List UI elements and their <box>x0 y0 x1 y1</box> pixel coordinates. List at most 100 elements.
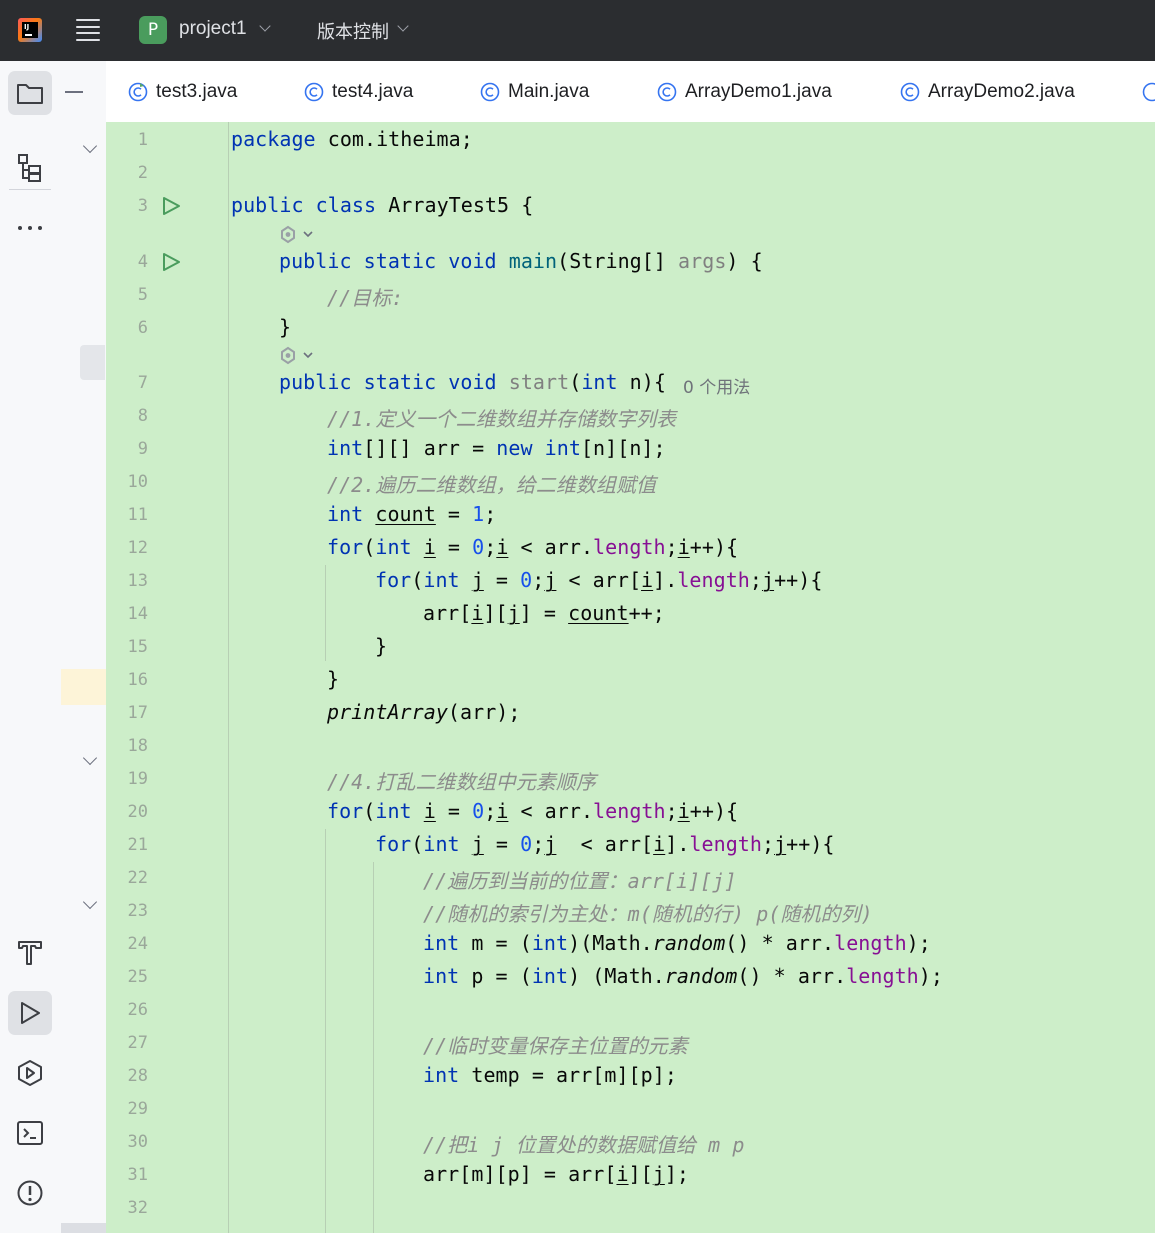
code-line[interactable]: package com.itheima; <box>231 127 473 151</box>
code-line[interactable]: for(int j = 0;j < arr[i].length;j++){ <box>375 832 835 856</box>
code-line[interactable]: arr[m][p] = arr[i][j]; <box>423 1162 689 1186</box>
line-number[interactable]: 21 <box>106 835 148 855</box>
line-number[interactable]: 30 <box>106 1132 148 1152</box>
code-line[interactable]: public class ArrayTest5 { <box>231 193 533 217</box>
line-number[interactable]: 28 <box>106 1066 148 1086</box>
code-line[interactable]: //遍历到当前的位置：arr[i][j] <box>423 865 736 894</box>
code-line[interactable]: int[][] arr = new int[n][n]; <box>327 436 666 460</box>
code-line[interactable]: printArray(arr); <box>327 700 520 724</box>
code-line[interactable]: //目标: <box>327 282 403 311</box>
line-number[interactable]: 20 <box>106 802 148 822</box>
line-number[interactable]: 4 <box>106 252 148 272</box>
code-line[interactable]: public static void start(int n){ <box>279 370 666 394</box>
services-icon[interactable] <box>8 1051 52 1095</box>
code-line[interactable]: for(int i = 0;i < arr.length;i++){ <box>327 799 738 823</box>
collapse-panel-icon[interactable] <box>65 91 83 93</box>
ai-assistant-icon[interactable] <box>279 224 319 244</box>
line-number[interactable]: 12 <box>106 538 148 558</box>
code-line[interactable]: int temp = arr[m][p]; <box>423 1063 677 1087</box>
line-number[interactable]: 31 <box>106 1165 148 1185</box>
chevron-down-icon[interactable] <box>397 20 409 32</box>
line-number[interactable]: 13 <box>106 571 148 591</box>
line-number[interactable]: 26 <box>106 1000 148 1020</box>
line-number[interactable]: 19 <box>106 769 148 789</box>
code-line[interactable]: public static void main(String[] args) { <box>279 249 763 273</box>
line-number[interactable]: 23 <box>106 901 148 921</box>
line-number[interactable]: 3 <box>106 196 148 216</box>
keyword: int <box>544 436 581 460</box>
project-selector[interactable]: project1 <box>179 18 247 40</box>
line-number[interactable]: 25 <box>106 967 148 987</box>
vcs-menu[interactable]: 版本控制 <box>317 18 389 44</box>
usages-hint[interactable]: 0 个用法 <box>683 373 750 398</box>
method-name: start <box>508 370 570 394</box>
terminal-icon[interactable] <box>8 1111 52 1155</box>
chevron-down-icon[interactable] <box>259 20 271 32</box>
line-number[interactable]: 8 <box>106 406 148 426</box>
code-line[interactable]: //4.打乱二维数组中元素顺序 <box>327 766 596 795</box>
code-line[interactable]: //2.遍历二维数组，给二维数组赋值 <box>327 469 656 498</box>
variable: j <box>544 832 557 856</box>
keyword: int <box>423 832 460 856</box>
line-number[interactable]: 11 <box>106 505 148 525</box>
tab-main[interactable]: Main.java <box>480 61 589 122</box>
code-line[interactable]: } <box>375 634 387 658</box>
tab-arraydemo1[interactable]: ArrayDemo1.java <box>657 61 832 122</box>
intellij-logo-icon[interactable]: IJ <box>18 18 42 42</box>
line-number[interactable]: 6 <box>106 318 148 338</box>
run-main-icon[interactable] <box>161 252 181 272</box>
tab-overflow[interactable] <box>1142 61 1155 122</box>
tab-arraydemo2[interactable]: ArrayDemo2.java <box>900 61 1075 122</box>
keyword: public <box>231 193 304 217</box>
line-number[interactable]: 16 <box>106 670 148 690</box>
variable: i <box>653 832 666 856</box>
number: 0 <box>520 568 533 592</box>
tab-test3[interactable]: test3.java <box>128 61 237 122</box>
structure-icon[interactable] <box>8 146 52 190</box>
number: 0 <box>472 535 485 559</box>
method-call: printArray <box>327 700 448 724</box>
line-number[interactable]: 24 <box>106 934 148 954</box>
code-line[interactable]: arr[i][j] = count++; <box>423 601 665 625</box>
more-icon[interactable] <box>8 206 52 250</box>
build-icon[interactable] <box>8 931 52 975</box>
line-number[interactable]: 22 <box>106 868 148 888</box>
line-number[interactable]: 14 <box>106 604 148 624</box>
code-line[interactable]: //随机的索引为主处：m(随机的行) p(随机的列) <box>423 898 873 927</box>
code-line[interactable]: //临时变量保存主位置的元素 <box>423 1030 688 1059</box>
scroll-thumb[interactable] <box>80 345 105 380</box>
line-number[interactable]: 18 <box>106 736 148 756</box>
line-number[interactable]: 9 <box>106 439 148 459</box>
code-line[interactable]: } <box>327 667 339 691</box>
line-number[interactable]: 32 <box>106 1198 148 1218</box>
line-number[interactable]: 27 <box>106 1033 148 1053</box>
code-line[interactable]: //把i j 位置处的数据赋值给 m p <box>423 1129 744 1158</box>
line-number[interactable]: 7 <box>106 373 148 393</box>
java-class-icon <box>657 82 677 101</box>
line-number[interactable]: 10 <box>106 472 148 492</box>
code-line[interactable]: } <box>279 315 291 339</box>
line-number[interactable]: 1 <box>106 130 148 150</box>
run-icon[interactable] <box>8 991 52 1035</box>
line-number[interactable]: 5 <box>106 285 148 305</box>
code-line[interactable]: for(int i = 0;i < arr.length;i++){ <box>327 535 738 559</box>
line-number[interactable]: 17 <box>106 703 148 723</box>
tab-test4[interactable]: test4.java <box>304 61 413 122</box>
code-line[interactable]: int p = (int) (Math.random() * arr.lengt… <box>423 964 943 988</box>
indent-guide <box>373 862 374 1233</box>
code-line[interactable]: //1.定义一个二维数组并存储数字列表 <box>327 403 676 432</box>
run-class-icon[interactable] <box>161 196 181 216</box>
code-line[interactable]: for(int j = 0;j < arr[i].length;j++){ <box>375 568 822 592</box>
line-number[interactable]: 29 <box>106 1099 148 1119</box>
main-menu-icon[interactable] <box>76 19 100 41</box>
line-number[interactable]: 2 <box>106 163 148 183</box>
line-number[interactable]: 15 <box>106 637 148 657</box>
code-line[interactable]: int m = (int)(Math.random() * arr.length… <box>423 931 931 955</box>
project-badge[interactable]: P <box>139 16 167 44</box>
code-line[interactable]: int count = 1; <box>327 502 496 526</box>
problems-icon[interactable] <box>8 1171 52 1215</box>
folder-icon[interactable] <box>8 71 52 115</box>
ai-assistant-icon[interactable] <box>279 345 319 365</box>
code-text: ][ <box>628 1162 653 1186</box>
scrollbar-track[interactable] <box>61 1223 106 1233</box>
